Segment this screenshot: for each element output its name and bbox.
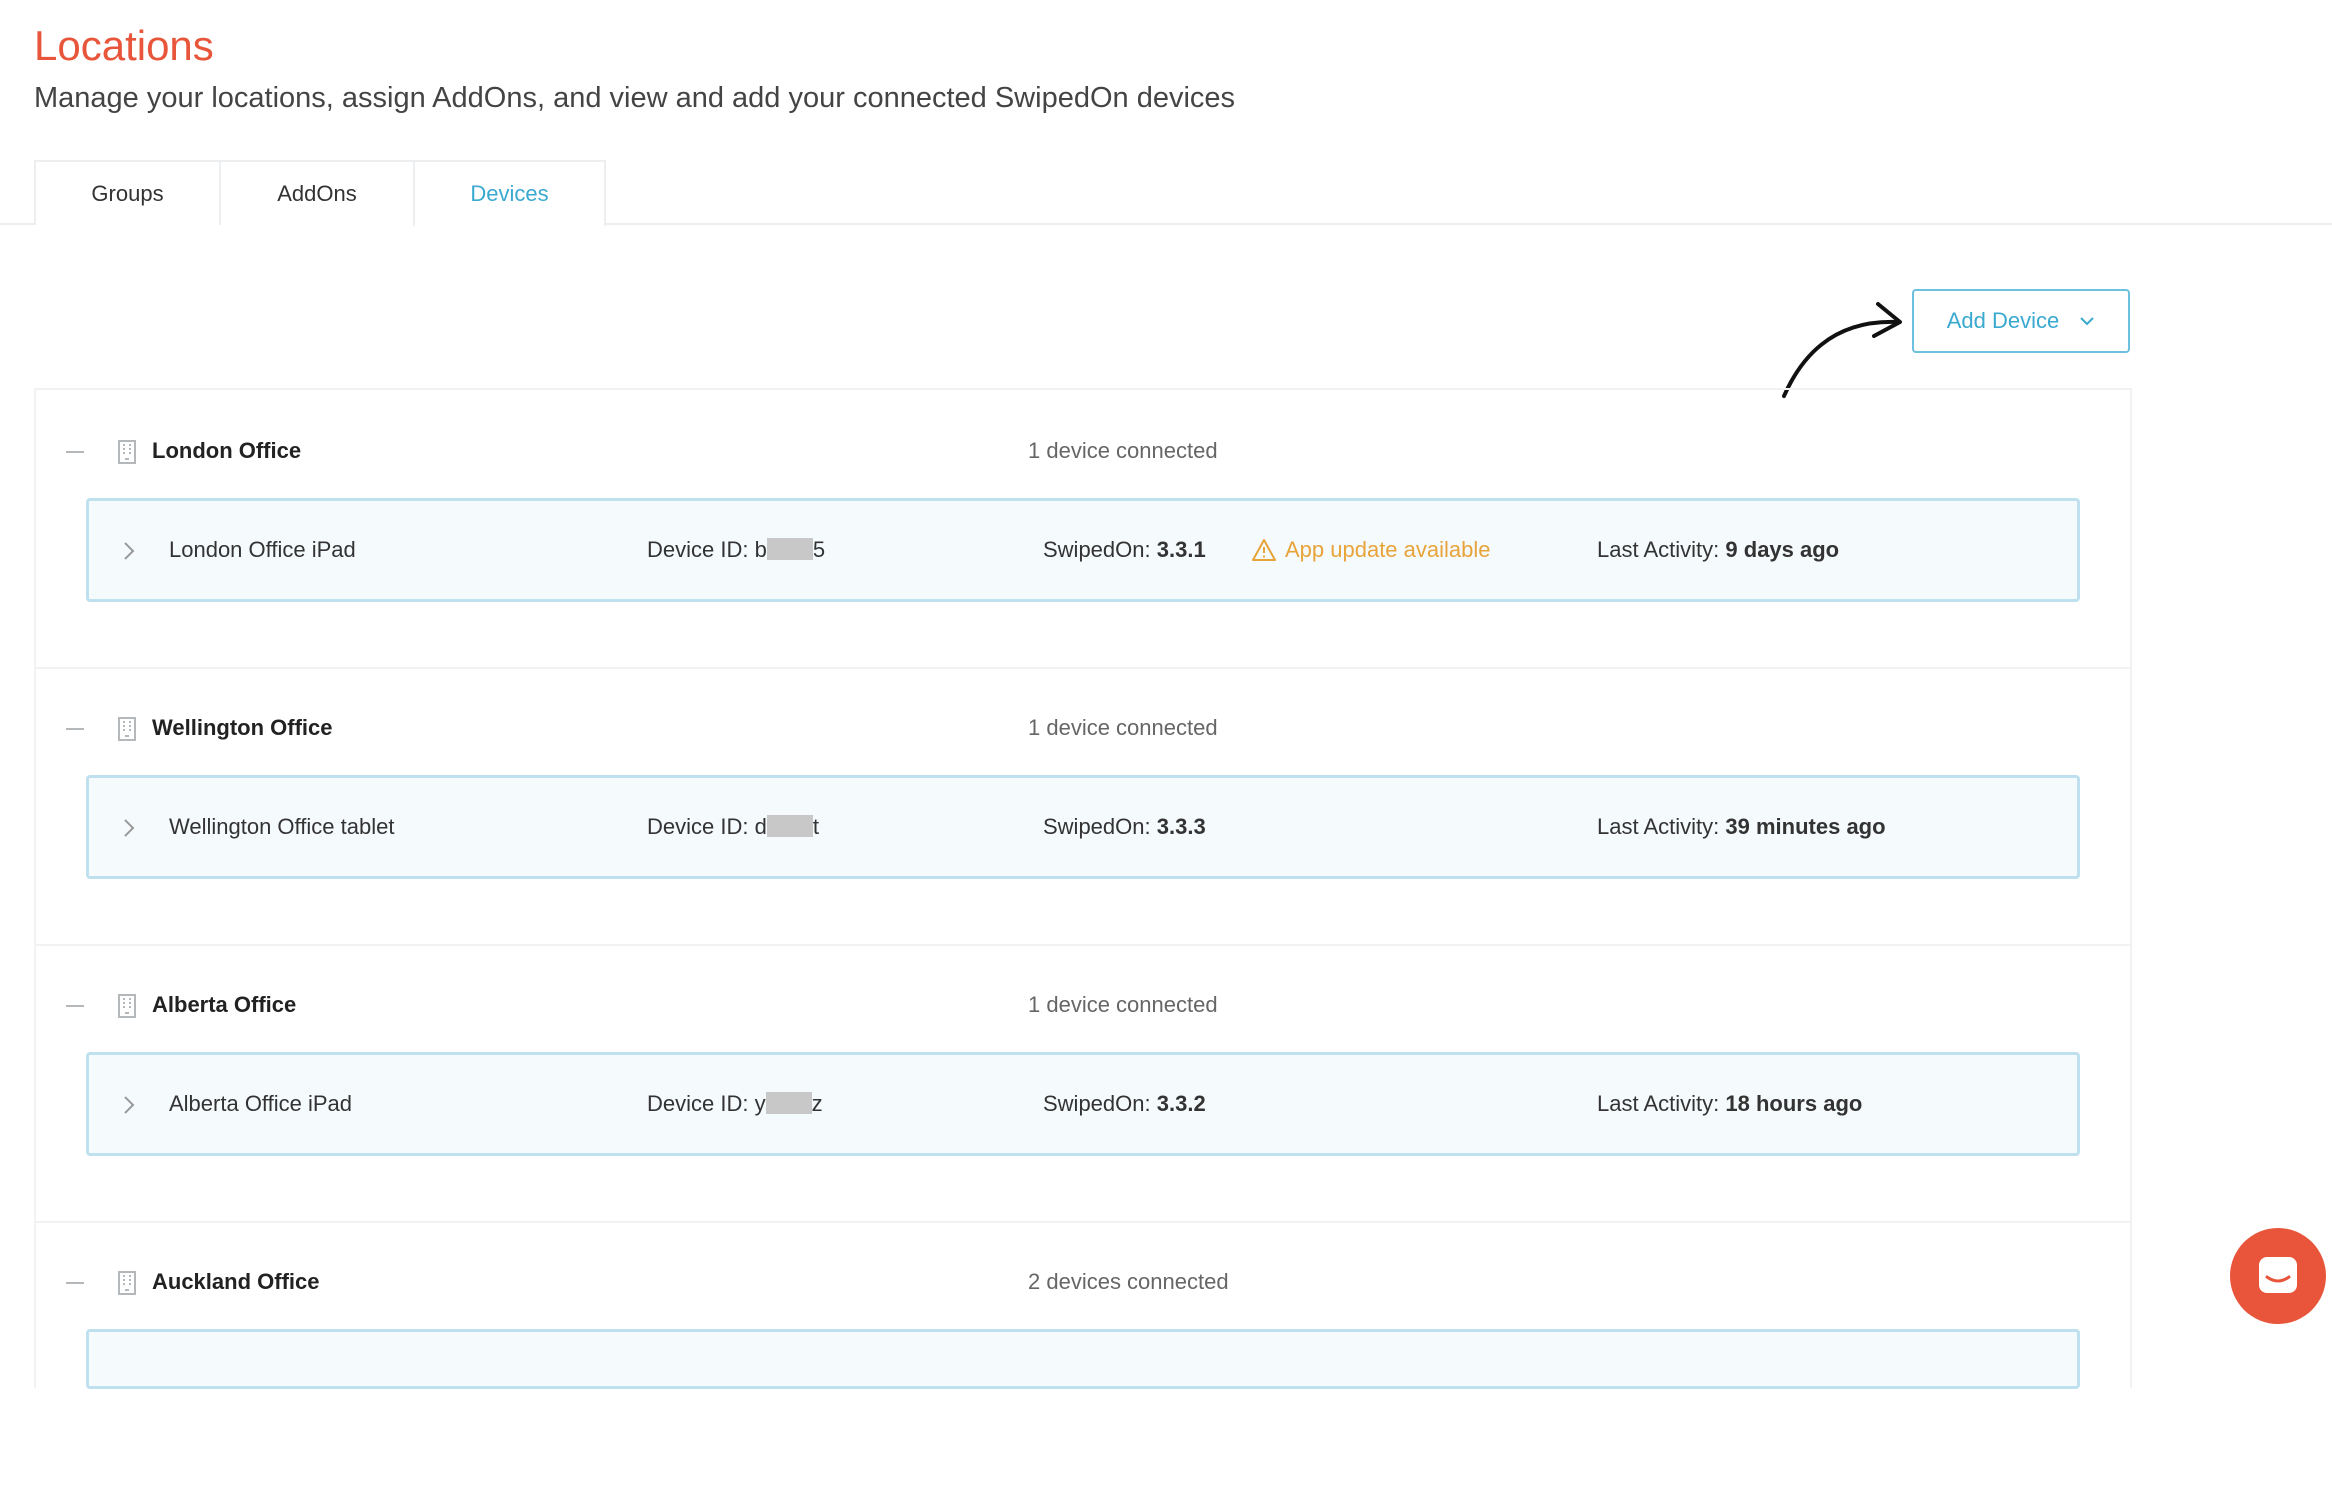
locations-list: London Office 1 device connected London … bbox=[34, 388, 2132, 1389]
device-id: Device ID: b5 bbox=[647, 537, 826, 562]
location-name: Wellington Office bbox=[152, 715, 333, 740]
device-name: London Office iPad bbox=[169, 537, 356, 562]
chevron-down-icon bbox=[2080, 317, 2094, 326]
building-icon bbox=[118, 717, 136, 741]
last-activity: Last Activity: 39 minutes ago bbox=[1597, 814, 1886, 839]
collapse-icon[interactable] bbox=[66, 1282, 84, 1284]
location-name: Alberta Office bbox=[152, 992, 297, 1017]
location-group: Alberta Office 1 device connected Albert… bbox=[36, 944, 2130, 1221]
device-name: Wellington Office tablet bbox=[169, 814, 395, 839]
collapse-icon[interactable] bbox=[66, 1005, 84, 1007]
warning-icon bbox=[1252, 539, 1276, 561]
device-id: Device ID: yz bbox=[647, 1091, 823, 1116]
redacted-block bbox=[766, 538, 813, 560]
device-count: 2 devices connected bbox=[1028, 1269, 1229, 1294]
last-activity: Last Activity: 18 hours ago bbox=[1597, 1091, 1863, 1116]
tab-addons[interactable]: AddOns bbox=[219, 160, 415, 225]
chevron-right-icon[interactable] bbox=[121, 540, 137, 562]
chat-icon bbox=[2259, 1257, 2297, 1293]
chevron-right-icon[interactable] bbox=[121, 1094, 137, 1116]
location-group: Auckland Office 2 devices connected bbox=[36, 1221, 2130, 1498]
device-name: Alberta Office iPad bbox=[169, 1091, 353, 1116]
tab-bar: Groups AddOns Devices bbox=[0, 160, 2332, 227]
page-title: Locations bbox=[34, 22, 214, 69]
device-count: 1 device connected bbox=[1028, 992, 1218, 1017]
collapse-icon[interactable] bbox=[66, 451, 84, 453]
device-count: 1 device connected bbox=[1028, 715, 1218, 740]
location-group: London Office 1 device connected London … bbox=[36, 390, 2130, 667]
app-version: SwipedOn: 3.3.3 bbox=[1043, 814, 1206, 839]
chevron-right-icon[interactable] bbox=[121, 817, 137, 839]
chat-launcher-button[interactable] bbox=[2230, 1228, 2326, 1324]
device-id: Device ID: dt bbox=[647, 814, 819, 839]
device-count: 1 device connected bbox=[1028, 438, 1218, 463]
tab-devices[interactable]: Devices bbox=[413, 160, 606, 227]
location-name: Auckland Office bbox=[152, 1269, 320, 1294]
building-icon bbox=[118, 440, 136, 464]
building-icon bbox=[118, 1271, 136, 1295]
tab-groups[interactable]: Groups bbox=[34, 160, 221, 225]
add-device-button[interactable]: Add Device bbox=[1912, 289, 2130, 353]
add-device-label: Add Device bbox=[1946, 308, 2060, 333]
redacted-block bbox=[766, 815, 813, 837]
device-row[interactable]: London Office iPad Device ID: b5 SwipedO… bbox=[86, 498, 2080, 602]
device-row[interactable] bbox=[86, 1329, 2080, 1389]
location-name: London Office bbox=[152, 438, 302, 463]
page-subtitle: Manage your locations, assign AddOns, an… bbox=[34, 82, 1236, 114]
arrow-annotation-icon bbox=[1782, 302, 1902, 398]
device-row[interactable]: Wellington Office tablet Device ID: dt S… bbox=[86, 775, 2080, 879]
device-row[interactable]: Alberta Office iPad Device ID: yz Swiped… bbox=[86, 1052, 2080, 1156]
location-group: Wellington Office 1 device connected Wel… bbox=[36, 667, 2130, 944]
app-version: SwipedOn: 3.3.2 bbox=[1043, 1091, 1206, 1116]
collapse-icon[interactable] bbox=[66, 728, 84, 730]
redacted-block bbox=[765, 1092, 812, 1114]
last-activity: Last Activity: 9 days ago bbox=[1597, 537, 1840, 562]
app-version: SwipedOn: 3.3.1 bbox=[1043, 537, 1206, 562]
app-update-warning[interactable]: App update available bbox=[1251, 535, 1491, 565]
building-icon bbox=[118, 994, 136, 1018]
